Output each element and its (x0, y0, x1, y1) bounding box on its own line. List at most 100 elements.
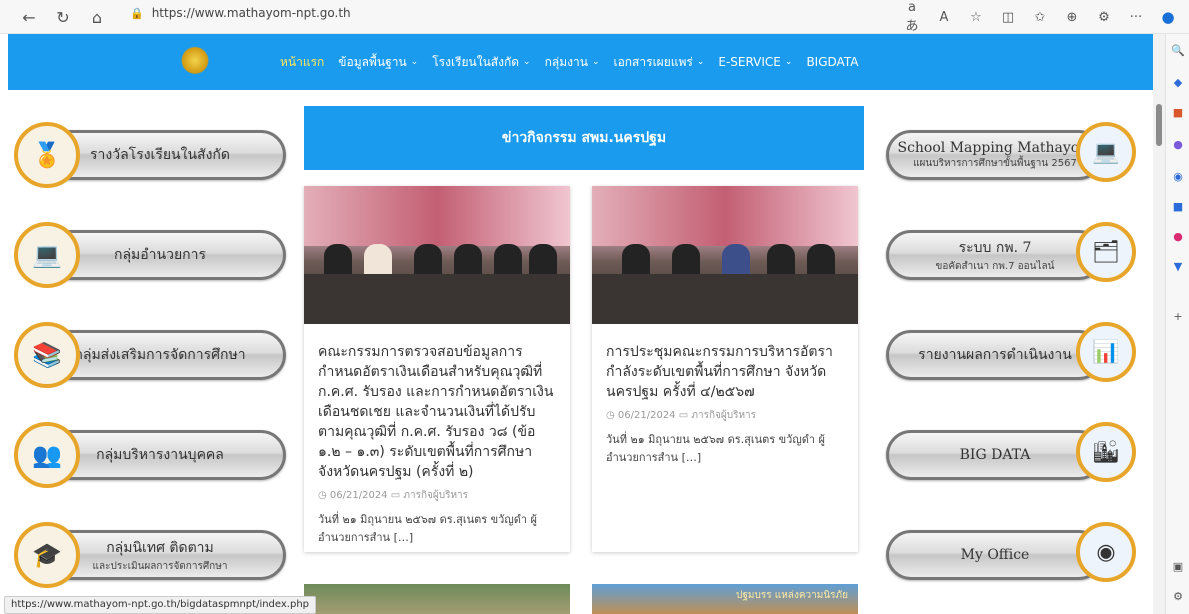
scrollbar[interactable] (1153, 34, 1165, 614)
back-icon[interactable]: ← (16, 4, 42, 30)
tag-icon[interactable]: ◆ (1171, 76, 1185, 90)
browser-sidebar: 🔍 ◆ ■ ● ◉ ■ ● ▼ + ▣ ⚙ (1165, 34, 1189, 614)
news-date: 06/21/2024 (617, 410, 676, 421)
add-icon[interactable]: + (1171, 310, 1185, 324)
menu-sub: ขอคัดสำเนา กพ.7 ออนไลน์ (935, 260, 1055, 272)
right-menu-item[interactable]: My Office (886, 530, 1104, 580)
nav-schools[interactable]: โรงเรียนในสังกัด ⌄ (432, 53, 530, 72)
menu-sub: และประเมินผลการจัดการศึกษา (92, 560, 228, 572)
right-menu-item[interactable]: ระบบ กพ. 7 ขอคัดสำเนา กพ.7 ออนไลน์ (886, 230, 1104, 280)
document-folder-icon[interactable]: 🗂 (1076, 222, 1136, 282)
menu-label: รางวัลโรงเรียนในสังกัด (90, 147, 230, 163)
laptop-person-icon[interactable]: 💻 (1076, 122, 1136, 182)
screenshot-icon[interactable]: ▣ (1171, 560, 1185, 574)
home-icon[interactable]: ⌂ (84, 4, 110, 30)
nav-label: กลุ่มงาน (544, 54, 588, 69)
favorites-list-icon[interactable]: ✩ (1031, 10, 1049, 25)
chevron-down-icon: ⌄ (410, 57, 419, 67)
website: หน้าแรก ข้อมูลพื้นฐาน ⌄ โรงเรียนในสังกัด ⌄… (8, 34, 1153, 614)
scrollbar-thumb[interactable] (1156, 104, 1162, 146)
people-icon[interactable]: ● (1171, 138, 1185, 152)
read-aloud-icon[interactable]: aあ (903, 0, 921, 34)
send-icon[interactable]: ▼ (1171, 260, 1185, 274)
nav-basic-info[interactable]: ข้อมูลพื้นฐาน ⌄ (338, 53, 418, 72)
right-menu-item[interactable]: School Mapping Mathayom แผนบริหารการศึกษา… (886, 130, 1104, 180)
news-category[interactable]: ภารกิจผู้บริหาร (403, 490, 468, 501)
site-logo[interactable] (180, 46, 210, 78)
chevron-down-icon: ⌄ (696, 57, 705, 67)
chevron-down-icon: ⌄ (523, 57, 531, 67)
right-menu-item[interactable]: รายงานผลการดำเนินงาน (886, 330, 1104, 380)
right-menu-item[interactable]: BIG DATA (886, 430, 1104, 480)
nav-label: เอกสารเผยแพร่ (613, 54, 693, 69)
news-card-label: ปฐมบรร แหล่งความนิรภัย (736, 590, 848, 601)
menu-label: กลุ่มบริหารงานบุคคล (96, 447, 224, 463)
extensions-icon[interactable]: ⚙ (1095, 10, 1113, 25)
main-navigation: หน้าแรก ข้อมูลพื้นฐาน ⌄ โรงเรียนในสังกัด ⌄… (8, 34, 1153, 90)
news-category[interactable]: ภารกิจผู้บริหาร (691, 410, 756, 421)
news-title[interactable]: การประชุมคณะกรรมการบริหารอัตรากำลังระดับ… (592, 324, 858, 402)
news-card-partial[interactable]: ปฐมบรร แหล่งความนิรภัย (592, 584, 858, 614)
people-icon[interactable]: 👥 (14, 422, 80, 488)
search-icon[interactable]: 🔍 (1171, 44, 1185, 58)
nav-groups[interactable]: กลุ่มงาน ⌄ (545, 53, 600, 72)
menu-label: My Office (960, 547, 1030, 563)
nav-home[interactable]: หน้าแรก (280, 53, 324, 72)
news-photo[interactable] (304, 186, 570, 324)
settings-icon[interactable]: ⚙ (1171, 590, 1185, 604)
nav-bigdata[interactable]: BIGDATA (806, 55, 858, 69)
graduation-cap-icon[interactable]: 🎓 (14, 522, 80, 588)
outlook-icon[interactable]: ■ (1171, 200, 1185, 214)
news-photo[interactable] (592, 186, 858, 324)
books-icon[interactable]: 📚 (14, 322, 80, 388)
news-card[interactable]: การประชุมคณะกรรมการบริหารอัตรากำลังระดับ… (592, 186, 858, 552)
collections-icon[interactable]: ⊕ (1063, 10, 1081, 25)
folder-icon: ▭ (390, 490, 404, 501)
news-title[interactable]: คณะกรรมการตรวจสอบข้อมูลการกำหนดอัตราเงิน… (304, 324, 570, 482)
seal-icon[interactable]: ◉ (1076, 522, 1136, 582)
refresh-icon[interactable]: ↻ (50, 4, 76, 30)
more-icon[interactable]: ··· (1127, 10, 1145, 25)
nav-label: โรงเรียนในสังกัด (432, 54, 520, 69)
nav-label: หน้าแรก (280, 54, 325, 69)
nav-label: E-SERVICE (718, 55, 781, 69)
nav-eservice[interactable]: E-SERVICE ⌄ (718, 55, 792, 69)
menu-label: BIG DATA (959, 447, 1031, 463)
split-icon[interactable]: ◫ (999, 10, 1017, 25)
news-meta: ◷ 06/21/2024 ▭ ภารกิจผู้บริหาร (592, 402, 858, 423)
clock-icon: ◷ (318, 490, 330, 501)
news-date: 06/21/2024 (329, 490, 388, 501)
news-card-partial[interactable] (304, 584, 570, 614)
browser-actions: aあ A ☆ ◫ ✩ ⊕ ⚙ ··· ● (903, 0, 1177, 34)
chevron-down-icon: ⌄ (784, 57, 793, 67)
news-section: ข่าวกิจกรรม สพม.นครปฐม คณะกรรมการตรวจสอบ… (304, 106, 864, 614)
browser-toolbar: ← ↻ ⌂ 🔒 https://www.mathayom-npt.go.th a… (0, 0, 1189, 34)
report-icon[interactable]: 📊 (1076, 322, 1136, 382)
menu-sub: แผนบริหารการศึกษาขั้นพื้นฐาน 2567 (913, 157, 1077, 169)
banner-title: ข่าวกิจกรรม สพม.นครปฐม (501, 130, 667, 146)
aa-icon[interactable]: A (935, 10, 953, 25)
news-banner: ข่าวกิจกรรม สพม.นครปฐม (304, 106, 864, 170)
menu-label: ระบบ กพ. 7 (958, 239, 1032, 256)
app-icon[interactable]: ● (1171, 230, 1185, 244)
menu-label: กลุ่มนิเทศ ติดตาม (106, 539, 214, 556)
bigdata-icon[interactable]: 🏙 (1076, 422, 1136, 482)
shopping-icon[interactable]: ■ (1171, 106, 1185, 120)
favorite-icon[interactable]: ☆ (967, 10, 985, 25)
nav-label: ข้อมูลพื้นฐาน (338, 54, 407, 69)
status-bar: https://www.mathayom-npt.go.th/bigdatasp… (4, 596, 317, 614)
game-icon[interactable]: ◉ (1171, 170, 1185, 184)
folder-icon: ▭ (678, 410, 692, 421)
copilot-icon[interactable]: ● (1159, 8, 1177, 26)
news-meta: ◷ 06/21/2024 ▭ ภารกิจผู้บริหาร (304, 482, 570, 503)
address-text[interactable]: https://www.mathayom-npt.go.th (152, 6, 351, 20)
clock-icon: ◷ (606, 410, 618, 421)
address-bar[interactable]: 🔒 https://www.mathayom-npt.go.th (130, 6, 351, 20)
news-excerpt: วันที่ ๒๑ มิถุนายน ๒๕๖๗ ดร.สุเนตร ขวัญดำ… (606, 433, 825, 464)
person-laptop-icon[interactable]: 💻 (14, 222, 80, 288)
nav-menu: หน้าแรก ข้อมูลพื้นฐาน ⌄ โรงเรียนในสังกัด ⌄… (280, 34, 858, 90)
medal-icon[interactable]: 🏅 (14, 122, 80, 188)
news-card[interactable]: คณะกรรมการตรวจสอบข้อมูลการกำหนดอัตราเงิน… (304, 186, 570, 552)
nav-documents[interactable]: เอกสารเผยแพร่ ⌄ (613, 53, 704, 72)
chevron-down-icon: ⌄ (591, 57, 600, 67)
